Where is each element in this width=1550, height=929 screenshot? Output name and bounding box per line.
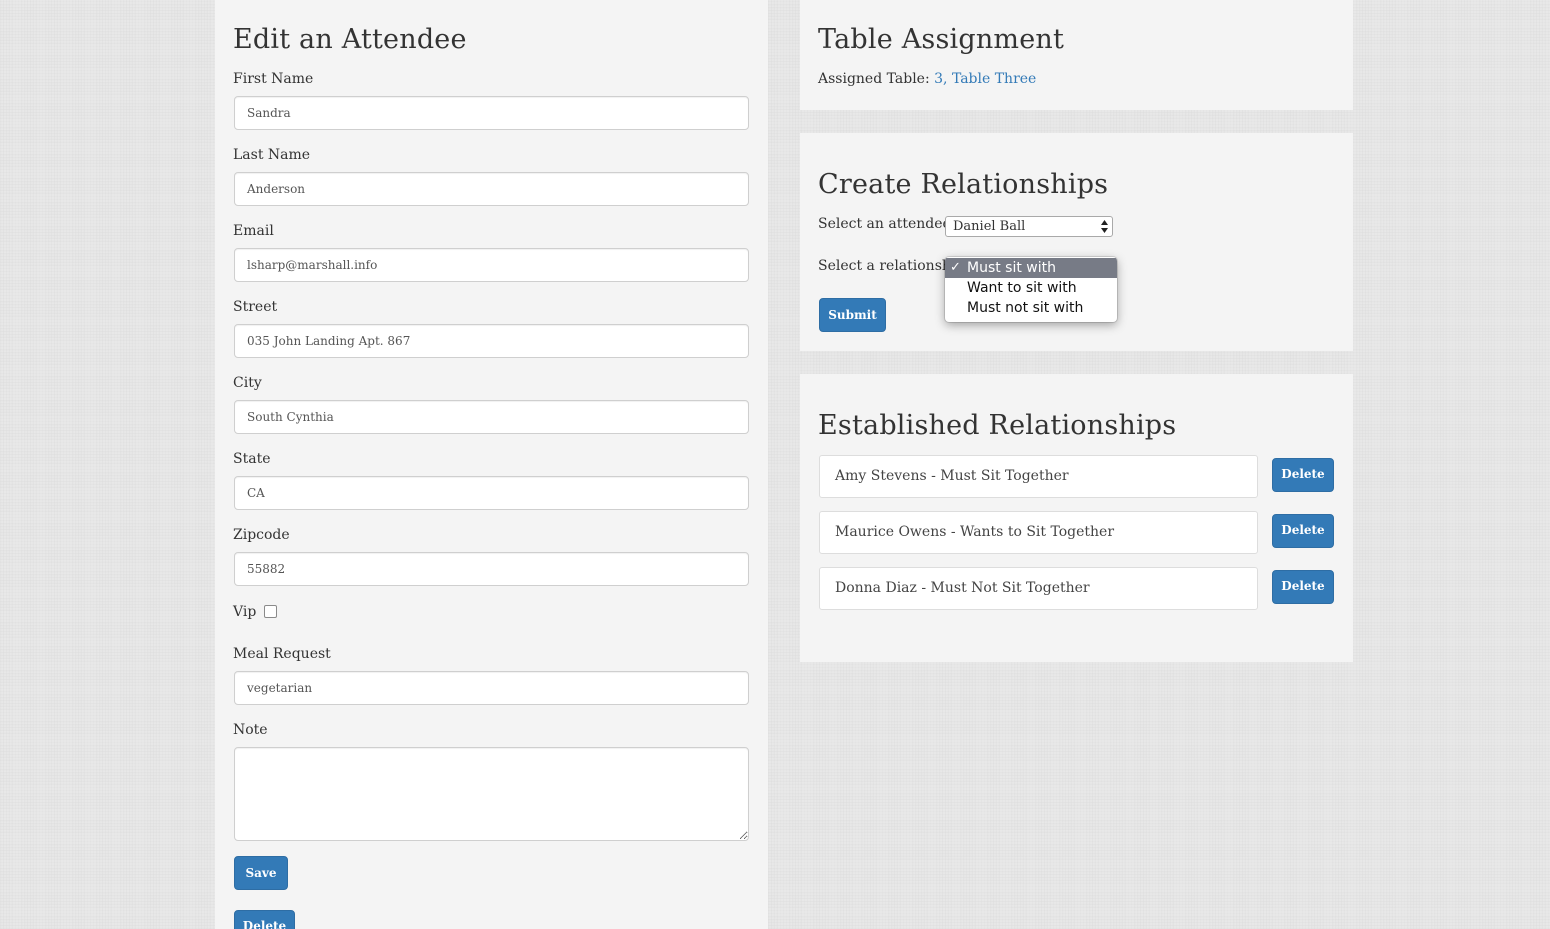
first-name-input[interactable]: Sandra: [234, 96, 749, 130]
assigned-table-label: Assigned Table:: [818, 71, 930, 87]
delete-relationship-button[interactable]: Delete: [1272, 514, 1334, 548]
relationship-option-label: Must not sit with: [967, 300, 1084, 316]
note-textarea[interactable]: [234, 747, 749, 841]
last-name-label: Last Name: [233, 147, 311, 163]
vip-label: Vip: [233, 604, 257, 620]
meal-request-input[interactable]: vegetarian: [234, 671, 749, 705]
relationship-option-label: Want to sit with: [967, 280, 1077, 296]
relationship-dropdown-menu[interactable]: ✓ Must sit with Want to sit with Must no…: [945, 257, 1117, 322]
delete-relationship-button[interactable]: Delete: [1272, 458, 1334, 492]
relationship-option-label: Must sit with: [967, 260, 1057, 276]
save-button[interactable]: Save: [234, 856, 288, 890]
city-input[interactable]: South Cynthia: [234, 400, 749, 434]
select-arrows-icon: [1101, 220, 1108, 233]
email-input[interactable]: lsharp@marshall.info: [234, 248, 749, 282]
note-label: Note: [233, 722, 268, 738]
create-relationships-title: Create Relationships: [818, 169, 1109, 200]
last-name-input[interactable]: Anderson: [234, 172, 749, 206]
city-label: City: [233, 375, 262, 391]
established-relationships-panel: Established Relationships Amy Stevens - …: [800, 374, 1353, 662]
relationship-item: Donna Diaz - Must Not Sit Together: [819, 567, 1258, 610]
zipcode-label: Zipcode: [233, 527, 290, 543]
select-relationship-label: Select a relationship: [818, 258, 965, 274]
relationship-option-must-sit-with[interactable]: ✓ Must sit with: [945, 258, 1117, 278]
meal-request-label: Meal Request: [233, 646, 331, 662]
assigned-table-name-link[interactable]: Table Three: [952, 71, 1036, 87]
state-input[interactable]: CA: [234, 476, 749, 510]
submit-button[interactable]: Submit: [819, 298, 886, 332]
table-assignment-panel: Table Assignment Assigned Table: 3, Tabl…: [800, 0, 1353, 110]
email-label: Email: [233, 223, 274, 239]
table-assignment-title: Table Assignment: [818, 24, 1065, 55]
delete-relationship-button[interactable]: Delete: [1272, 570, 1334, 604]
assigned-table-line: Assigned Table: 3, Table Three: [818, 71, 1036, 87]
established-relationships-title: Established Relationships: [818, 410, 1177, 441]
street-input[interactable]: 035 John Landing Apt. 867: [234, 324, 749, 358]
delete-attendee-button[interactable]: Delete: [234, 910, 295, 929]
state-label: State: [233, 451, 271, 467]
relationship-option-must-not-sit-with[interactable]: Must not sit with: [945, 298, 1117, 318]
select-attendee-label: Select an attendee: [818, 216, 951, 232]
edit-attendee-title: Edit an Attendee: [233, 24, 467, 55]
relationship-option-want-to-sit-with[interactable]: Want to sit with: [945, 278, 1117, 298]
attendee-select[interactable]: Daniel Ball: [945, 216, 1113, 237]
relationship-item: Amy Stevens - Must Sit Together: [819, 455, 1258, 498]
relationship-item: Maurice Owens - Wants to Sit Together: [819, 511, 1258, 554]
assigned-table-number-link[interactable]: 3,: [934, 71, 947, 87]
zipcode-input[interactable]: 55882: [234, 552, 749, 586]
checkmark-icon: ✓: [950, 260, 961, 275]
first-name-label: First Name: [233, 71, 314, 87]
attendee-select-value: Daniel Ball: [953, 219, 1026, 234]
edit-attendee-panel: Edit an Attendee First Name Sandra Last …: [215, 0, 768, 929]
street-label: Street: [233, 299, 278, 315]
create-relationships-panel: Create Relationships Select an attendee …: [800, 133, 1353, 351]
vip-checkbox[interactable]: [264, 605, 277, 618]
